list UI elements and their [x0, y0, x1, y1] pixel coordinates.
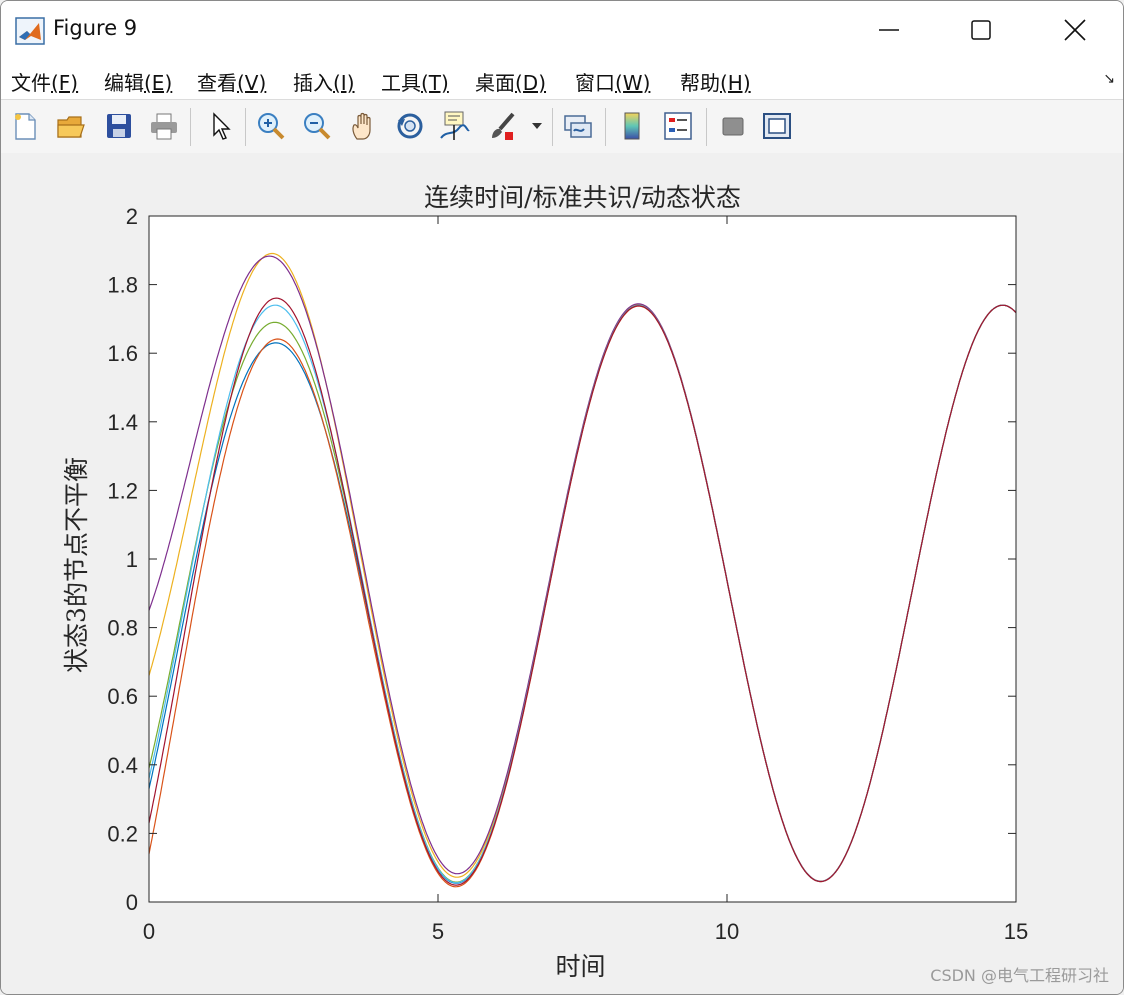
show-plot-tools-button[interactable] [759, 108, 795, 144]
menu-help[interactable]: 帮助(H) [680, 67, 751, 96]
menu-file-label: 文件 [11, 71, 51, 95]
x-tick-label: 0 [143, 919, 155, 944]
zoom-out-button[interactable] [299, 108, 335, 144]
data-cursor-button[interactable] [437, 108, 473, 144]
x-tick-label: 10 [715, 919, 739, 944]
pan-hand-icon [352, 112, 371, 140]
menu-insert-label: 插入 [293, 71, 333, 95]
rotate-3d-button[interactable] [392, 108, 428, 144]
edit-plot-button[interactable] [201, 108, 237, 144]
show-plot-tools-icon [763, 113, 791, 139]
menu-edit-label: 编辑 [104, 71, 144, 95]
x-tick-label: 15 [1004, 919, 1028, 944]
menu-edit[interactable]: 编辑(E) [104, 67, 172, 96]
y-tick-label: 0.8 [107, 616, 138, 641]
figure-toolbar [1, 99, 1123, 154]
menu-help-label: 帮助 [680, 71, 720, 95]
maximize-button[interactable] [935, 1, 1027, 59]
zoom-in-icon [258, 113, 285, 140]
brush-button[interactable] [485, 108, 521, 144]
figure-window: Figure 9 文件(F) 编辑(E) 查看(V) 插入(I) 工具(T) 桌… [0, 0, 1124, 995]
y-tick-label: 1.2 [107, 478, 138, 503]
zoom-in-button[interactable] [253, 108, 289, 144]
y-tick-label: 0 [126, 890, 138, 915]
print-icon [151, 113, 177, 140]
save-button[interactable] [101, 108, 137, 144]
menu-desktop-label: 桌面 [475, 71, 515, 95]
menu-window-mnemonic: (W) [615, 71, 651, 95]
arrow-cursor-icon [213, 112, 231, 140]
menu-tools-mnemonic: (T) [421, 71, 449, 95]
close-button[interactable] [1029, 1, 1121, 59]
chart-title: 连续时间/标准共识/动态状态 [424, 183, 741, 212]
figure-canvas: 0 5 10 15 0 0.2 0.4 0.6 0.8 1 1.2 1.4 1.6 1.8 2 连续时间/标准… [1, 153, 1123, 994]
link-plot-button[interactable] [560, 108, 596, 144]
print-button[interactable] [146, 108, 182, 144]
y-tick-label: 0.2 [107, 821, 138, 846]
colorbar-icon [624, 112, 640, 140]
menu-insert[interactable]: 插入(I) [293, 67, 355, 96]
minimize-icon [879, 29, 899, 31]
y-tick-label: 1.4 [107, 410, 138, 435]
insert-legend-button[interactable] [660, 108, 696, 144]
toolbar-separator [190, 108, 191, 146]
menu-window-label: 窗口 [575, 71, 615, 95]
y-tick-label: 2 [126, 204, 138, 229]
y-tick-label: 0.4 [107, 753, 138, 778]
zoom-out-icon [304, 113, 331, 140]
toolbar-separator [552, 108, 553, 146]
menu-bar: 文件(F) 编辑(E) 查看(V) 插入(I) 工具(T) 桌面(D) 窗口(W… [1, 59, 1123, 99]
y-tick-label: 1 [126, 547, 138, 572]
menu-tools-label: 工具 [381, 71, 421, 95]
menu-file[interactable]: 文件(F) [11, 67, 78, 96]
brush-icon [492, 112, 515, 140]
menu-view-mnemonic: (V) [237, 71, 267, 95]
x-tick-label: 5 [432, 919, 444, 944]
close-icon [1064, 19, 1086, 41]
dock-arrow-icon[interactable]: ↘ [1103, 71, 1115, 87]
toolbar-separator [605, 108, 606, 146]
menu-edit-mnemonic: (E) [144, 71, 173, 95]
new-figure-icon [15, 113, 36, 140]
matlab-logo-icon [15, 17, 45, 45]
new-figure-button[interactable] [7, 108, 43, 144]
line-chart[interactable]: 0 5 10 15 0 0.2 0.4 0.6 0.8 1 1.2 1.4 1.6 1.8 2 连续时间/标准… [1, 153, 1123, 994]
y-axis-label: 状态3的节点不平衡 [62, 457, 91, 673]
menu-tools[interactable]: 工具(T) [381, 67, 449, 96]
save-icon [107, 114, 131, 138]
menu-view[interactable]: 查看(V) [197, 67, 266, 96]
legend-icon [664, 112, 692, 140]
toolbar-separator [706, 108, 707, 146]
toolbar-separator [245, 108, 246, 146]
brush-dropdown-button[interactable] [526, 108, 548, 144]
link-plot-icon [564, 115, 592, 138]
open-file-button[interactable] [53, 108, 89, 144]
title-bar: Figure 9 [1, 1, 1123, 59]
insert-colorbar-button[interactable] [614, 108, 650, 144]
menu-desktop-mnemonic: (D) [515, 71, 547, 95]
watermark-text: CSDN @电气工程研习社 [930, 966, 1109, 985]
menu-insert-mnemonic: (I) [333, 71, 355, 95]
menu-file-mnemonic: (F) [51, 71, 79, 95]
data-cursor-icon [440, 111, 470, 140]
minimize-button[interactable] [843, 1, 935, 59]
rotate-3d-icon [397, 113, 423, 139]
hide-plot-tools-button[interactable] [715, 108, 751, 144]
chevron-down-icon [532, 123, 542, 129]
menu-help-mnemonic: (H) [720, 71, 751, 95]
menu-desktop[interactable]: 桌面(D) [475, 67, 546, 96]
open-file-icon [57, 116, 85, 138]
x-axis-label: 时间 [555, 952, 605, 981]
pan-button[interactable] [346, 108, 382, 144]
y-tick-label: 1.8 [107, 273, 138, 298]
window-title: Figure 9 [53, 16, 138, 40]
plot-area[interactable] [149, 216, 1016, 902]
maximize-icon [971, 20, 991, 40]
hide-plot-tools-icon [722, 117, 744, 136]
y-tick-label: 1.6 [107, 341, 138, 366]
menu-view-label: 查看 [197, 71, 237, 95]
menu-window[interactable]: 窗口(W) [575, 67, 650, 96]
y-tick-label: 0.6 [107, 684, 138, 709]
